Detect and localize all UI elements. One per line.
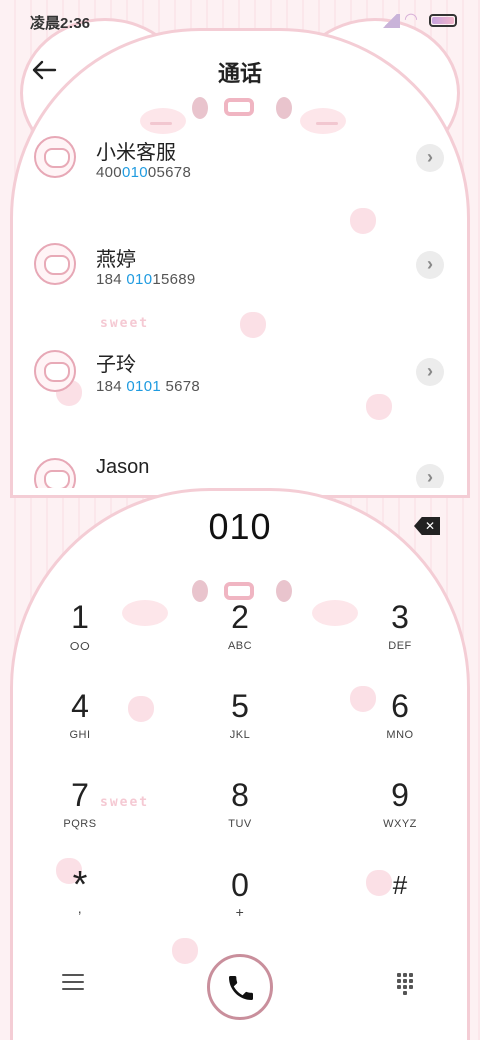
number-part: 400 bbox=[96, 164, 122, 181]
key-letters: GHI bbox=[69, 729, 91, 741]
key-8[interactable]: 8 TUV bbox=[180, 776, 300, 856]
status-time: 凌晨2:36 bbox=[30, 15, 91, 32]
number-part: 15689 bbox=[152, 271, 196, 288]
avatar bbox=[34, 136, 76, 178]
key-digit: 0 bbox=[231, 867, 249, 903]
contact-number: 184 0101 5678 bbox=[96, 378, 200, 395]
number-match: 010 bbox=[126, 271, 153, 288]
key-digit: 4 bbox=[71, 688, 89, 724]
key-5[interactable]: 5 JKL bbox=[180, 687, 300, 767]
chevron-right-icon[interactable]: › bbox=[416, 251, 444, 279]
key-hash[interactable]: # bbox=[340, 866, 460, 946]
key-2[interactable]: 2 ABC bbox=[180, 598, 300, 678]
key-1[interactable]: 1 ⵔⵔ bbox=[20, 598, 140, 678]
key-digit: 5 bbox=[231, 688, 249, 724]
key-digit: 3 bbox=[391, 599, 409, 635]
contact-row[interactable]: 小米客服 40001005678 › bbox=[0, 128, 480, 228]
key-digit: # bbox=[392, 870, 408, 900]
chevron-right-icon[interactable]: › bbox=[416, 358, 444, 386]
key-letters: ABC bbox=[227, 640, 253, 652]
bunny-eye-decoration bbox=[276, 97, 292, 119]
bunny-eye-decoration bbox=[192, 97, 208, 119]
call-button[interactable] bbox=[207, 954, 273, 1020]
key-letters: JKL bbox=[229, 729, 251, 741]
key-letters: TUV bbox=[228, 818, 252, 830]
whisker-decoration bbox=[316, 122, 338, 125]
phone-icon bbox=[229, 976, 253, 1000]
signal-icon bbox=[380, 14, 400, 28]
avatar bbox=[34, 243, 76, 285]
key-letters: DEF bbox=[388, 640, 412, 652]
avatar bbox=[34, 458, 76, 488]
key-digit: 6 bbox=[391, 688, 409, 724]
key-7[interactable]: 7 PQRS bbox=[20, 776, 140, 856]
key-digit: 1 bbox=[71, 599, 89, 635]
key-9[interactable]: 9 WXYZ bbox=[340, 776, 460, 856]
key-star[interactable]: *, bbox=[20, 866, 140, 946]
dialed-number-display: 010 bbox=[208, 506, 272, 547]
number-part: 05678 bbox=[147, 164, 192, 181]
contact-name: 子玲 bbox=[96, 354, 136, 376]
key-0[interactable]: 0 + bbox=[180, 866, 300, 946]
key-letters: MNO bbox=[386, 729, 414, 741]
key-letters: + bbox=[235, 904, 245, 920]
avatar bbox=[34, 350, 76, 392]
number-part: 184 bbox=[96, 378, 127, 395]
contact-name: 燕婷 bbox=[96, 249, 136, 271]
contact-row[interactable]: 燕婷 184 01015689 › bbox=[0, 235, 480, 335]
number-part: 5678 bbox=[160, 378, 201, 395]
whisker-decoration bbox=[150, 122, 172, 125]
key-letters: , bbox=[77, 900, 83, 916]
contact-row[interactable]: Jason › bbox=[0, 448, 480, 488]
number-part: 184 bbox=[96, 271, 127, 288]
chevron-right-icon[interactable]: › bbox=[416, 464, 444, 488]
contact-name: Jason bbox=[96, 456, 150, 478]
contact-name: 小米客服 bbox=[96, 142, 176, 164]
contact-number: 184 01015689 bbox=[96, 271, 196, 288]
key-letters: WXYZ bbox=[383, 818, 417, 830]
key-digit: 2 bbox=[231, 599, 249, 635]
key-digit: 8 bbox=[231, 777, 249, 813]
contact-row[interactable]: 子玲 184 0101 5678 › bbox=[0, 342, 480, 442]
phone-screen: sweet 凌晨2:36 ◠ 通话 小米客服 40001005678 › 燕婷 … bbox=[0, 0, 480, 1040]
number-match: 0101 bbox=[126, 378, 161, 395]
wifi-icon: ◠ bbox=[404, 11, 418, 28]
contact-number: 40001005678 bbox=[96, 164, 191, 181]
number-match: 010 bbox=[121, 164, 148, 181]
key-digit: 7 bbox=[71, 777, 89, 813]
battery-icon bbox=[429, 14, 457, 27]
menu-icon[interactable] bbox=[62, 974, 84, 992]
key-digit: * bbox=[72, 864, 88, 906]
bow-decoration bbox=[224, 98, 254, 116]
key-6[interactable]: 6 MNO bbox=[340, 687, 460, 767]
chevron-right-icon[interactable]: › bbox=[416, 144, 444, 172]
voicemail-icon: ⵔⵔ bbox=[69, 641, 91, 653]
key-letters: PQRS bbox=[63, 818, 97, 830]
key-digit: 9 bbox=[391, 777, 409, 813]
page-title: 通话 bbox=[217, 61, 262, 86]
key-3[interactable]: 3 DEF bbox=[340, 598, 460, 678]
status-bar: 凌晨2:36 ◠ bbox=[0, 0, 480, 40]
key-4[interactable]: 4 GHI bbox=[20, 687, 140, 767]
dialpad-icon[interactable] bbox=[397, 973, 419, 999]
